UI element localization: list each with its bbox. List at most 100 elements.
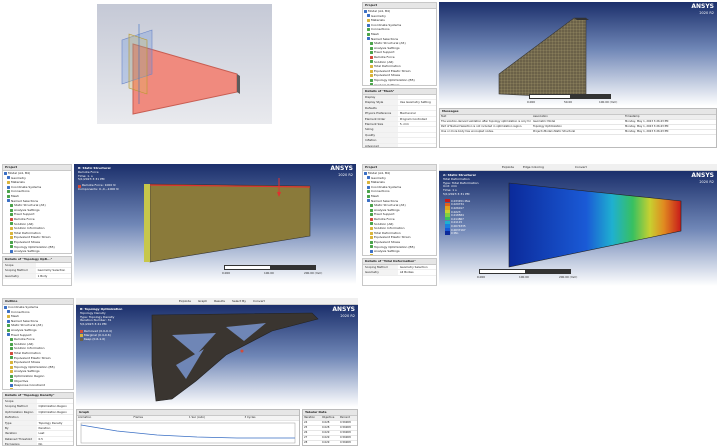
tree-node-icon [10,383,13,387]
details-value[interactable]: All Bodies [398,270,414,274]
details-key: Scoping Method [363,265,398,270]
outline-tree-c[interactable]: Project Model (A4, B4) Geometry Materials C… [2,164,72,254]
details-value[interactable] [37,415,39,419]
details-panel-e[interactable]: Details of "Topology Density" Scope Scopi… [2,392,74,446]
convergence-graph [80,422,296,444]
details-row[interactable]: Geometry All Bodies [363,270,436,276]
tree-node[interactable]: Optimization Region [363,254,436,255]
details-value[interactable]: Iteration [37,426,51,430]
plane-yz [128,33,148,95]
tree-node-icon [370,231,373,235]
tree-node-icon [10,342,13,346]
graph-panel[interactable]: Graph Animation Frames 1 Sec (Auto) 3 Cycle… [76,409,300,446]
tabular-data-panel[interactable]: Tabular Data Iteration Objective Percent 2… [302,409,358,446]
details-value[interactable]: Optimization Region [37,410,67,414]
tree-node-icon [370,69,373,73]
details-value[interactable] [398,144,400,147]
panel-geometry-sketch [97,4,272,124]
tree-node[interactable]: Analysis Settings [363,83,436,85]
details-value[interactable]: Geometry Selection [398,265,428,269]
outline-tree-e[interactable]: Outline Coordinate Systems Connections Mes… [2,298,74,390]
table-row[interactable]: One or more body has uncoupled nodes. Pro… [440,130,716,135]
viewport-e[interactable]: ANSYS 2020 R2 B: Topology Optimization Top… [76,305,358,407]
details-value[interactable] [36,263,38,267]
outline-tree-d[interactable]: Project Model (A4, B4) Geometry Materials C… [362,164,437,256]
table-cell: Part of Named Selection is not included … [441,125,523,128]
explode-button[interactable]: Explode [502,165,514,169]
table-cell: The solution-derived validation after to… [441,120,532,123]
details-value[interactable] [398,138,400,142]
details-value[interactable]: Optimization Region [37,404,67,408]
details-value[interactable]: Program Controlled [398,117,427,121]
details-panel-c[interactable]: Details of "Topology Opti..." Scope Scopi… [2,256,72,286]
details-key: Exclusions Participation [3,442,37,445]
details-value[interactable]: 0.5 [37,437,43,441]
details-value[interactable]: Last [37,431,45,435]
convert-button[interactable]: Convert [253,299,265,303]
details-value[interactable]: 5. mm [398,122,409,126]
details-value[interactable]: 1 Body [36,274,48,278]
tree-node-icon [367,18,370,22]
graph-button[interactable]: Graph [198,299,207,303]
details-value[interactable]: No [37,442,43,445]
table-cell: Monday, May 1, 2023 3:26:43 PM [625,120,669,123]
details-row[interactable]: Geometry 1 Body [3,273,71,280]
details-row[interactable]: Exclusions ParticipationNo [3,442,73,445]
details-value[interactable]: Use Geometry Setting [398,100,431,104]
toolbar-d[interactable]: Explode Edge Coloring Convert [439,164,717,171]
details-value[interactable] [37,399,39,403]
viewport-d[interactable]: ANSYS 2020 R2 A: Static Structural Total D… [439,171,717,286]
tree-node-icon [10,360,13,364]
table-cell: 0.029 [322,436,330,439]
details-value[interactable] [398,127,400,131]
ansys-logo: ANSYS 2020 R2 [691,172,714,185]
table-cell: 0.56908 [340,426,351,429]
tree-node-icon [367,194,370,198]
details-key: Advanced [363,143,398,147]
toolbar-e[interactable]: Explode Graph Results Select By Convert [76,298,358,305]
details-key: Sizing [363,127,398,132]
outline-tree-b[interactable]: Project Model (A4, B4) Geometry Materials C… [362,2,437,86]
convert-button[interactable]: Convert [575,165,587,169]
ansys-logo: ANSYS 2020 R2 [330,165,353,178]
tree-node-icon [10,347,13,351]
select-by-button[interactable]: Select By [232,299,246,303]
details-row[interactable]: Advanced [363,143,436,147]
messages-panel[interactable]: Messages Text Association Timestamp The so… [439,108,717,148]
tree-node-icon [370,249,373,253]
tree-node-icon [367,199,370,203]
geometry-sketch-canvas [121,24,240,115]
viewport-b[interactable]: ANSYS 2020 R2 0.000 50.00 100.00 (mm) [439,2,717,106]
tree-node-icon [370,51,373,55]
details-panel-b[interactable]: Details of "Mesh" Display Display Style Us… [362,88,437,148]
viewport-c[interactable]: ANSYS 2020 R2 B: Static Structural Remote … [74,164,356,284]
details-panel-d[interactable]: Details of "Total Deformation" Scoping M… [362,258,437,286]
details-value[interactable] [398,133,400,137]
tree-node-icon [10,356,13,360]
tree-node-icon [370,240,373,244]
details-key: Scope [3,263,36,268]
details-key: Scoping Method [3,268,36,273]
details-value[interactable]: Topology Density [37,421,63,425]
tree-node-icon [10,231,13,235]
table-cell: 0.029 [322,441,330,444]
tree-node-icon [10,213,13,217]
details-key: Optimization Region [3,409,37,415]
table-cell: 0.028 [322,426,330,429]
details-key: Definition [3,415,37,420]
details-value[interactable] [398,95,400,99]
explode-button[interactable]: Explode [179,299,191,303]
results-button[interactable]: Results [214,299,225,303]
details-value[interactable]: Mechanical [398,111,416,115]
details-value[interactable]: Geometry Selection [36,268,66,272]
tree-node-icon [370,55,373,59]
contour-legend: 0.033451 Max 0.029734 0.026017 0.0223 0.0185… [445,199,470,235]
tree-node-icon [10,245,13,249]
tree-node-icon [370,46,373,50]
tree-node[interactable]: Solution (B6) [3,388,73,389]
edge-coloring-button[interactable]: Edge Coloring [523,165,544,169]
details-value[interactable] [398,106,400,110]
tree-node-icon [364,9,367,13]
tree-node-icon [4,305,7,309]
tree-node-icon [7,199,10,203]
